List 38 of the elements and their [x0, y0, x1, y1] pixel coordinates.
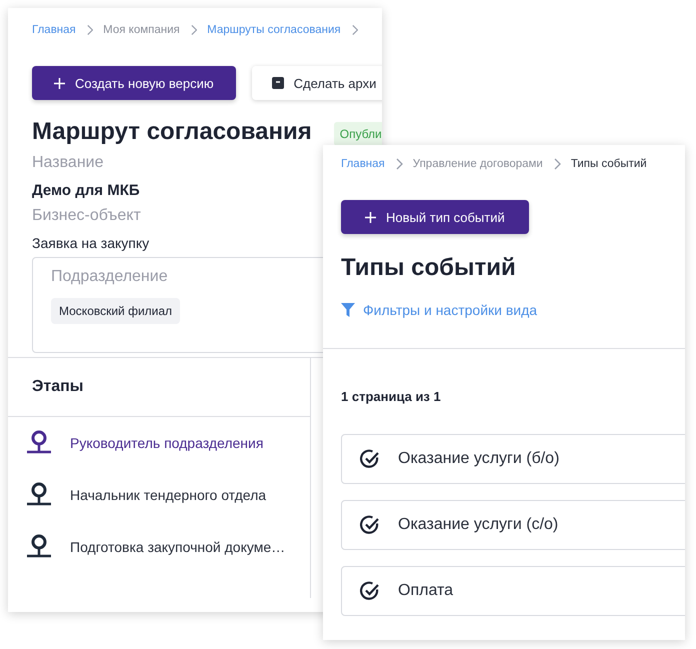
- event-type-item[interactable]: Оказание услуги (с/о): [341, 500, 685, 550]
- stage-item[interactable]: Руководитель подразделения: [8, 417, 310, 469]
- archive-icon: [272, 77, 284, 89]
- plus-icon: [365, 212, 376, 222]
- stage-item[interactable]: Начальник тендерного отдела: [8, 469, 310, 521]
- field-label: Подразделение: [51, 268, 169, 286]
- filter-icon: [341, 303, 355, 317]
- check-circle-icon: [360, 581, 380, 601]
- chevron-icon: [350, 24, 358, 36]
- field-value: Демо для МКБ: [32, 182, 140, 199]
- plus-icon: [54, 78, 65, 88]
- field-value: Заявка на закупку: [32, 235, 150, 251]
- status-badge: Опубли: [334, 122, 382, 146]
- archive-button[interactable]: Сделать архи: [252, 66, 382, 100]
- create-version-button[interactable]: Создать новую версию: [32, 66, 236, 100]
- breadcrumb: Типы событий: [570, 158, 647, 170]
- section-heading: Этапы: [8, 358, 310, 417]
- chevron-icon: [190, 24, 198, 36]
- field-label: Название: [32, 154, 104, 172]
- pagination-text: 1 страница из 1: [340, 388, 442, 404]
- check-circle-icon: [360, 449, 380, 469]
- event-type-item[interactable]: Оплата: [341, 566, 685, 616]
- chevron-icon: [86, 24, 94, 36]
- tag: Московский филиал: [51, 298, 180, 324]
- breadcrumb: Моя компания: [103, 24, 180, 36]
- field-label: Бизнес-объект: [32, 207, 141, 225]
- stage-item[interactable]: Подготовка закупочной докуме…: [8, 521, 310, 573]
- page-title: Типы событий: [340, 253, 517, 282]
- event-type-item[interactable]: Оказание услуги (б/о): [341, 434, 685, 484]
- node-icon: [26, 534, 52, 560]
- node-icon: [26, 430, 52, 456]
- new-event-type-button[interactable]: Новый тип событий: [341, 200, 529, 234]
- chevron-icon: [552, 158, 561, 170]
- page-title: Маршрут согласования: [32, 118, 312, 146]
- breadcrumb: Управление договорами: [412, 158, 543, 170]
- chevron-icon: [394, 158, 403, 170]
- node-icon: [26, 482, 52, 508]
- check-circle-icon: [360, 515, 380, 535]
